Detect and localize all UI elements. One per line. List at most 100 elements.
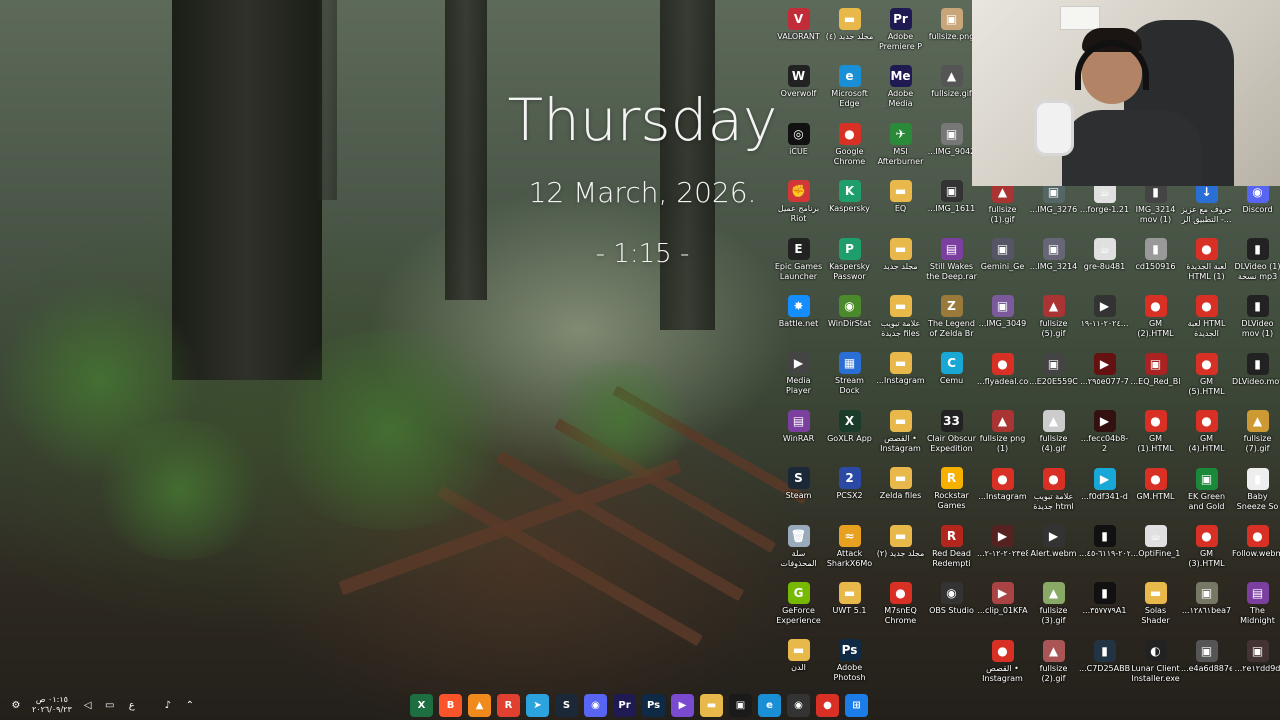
desktop-icon[interactable]: ▲ fullsize.gif: [926, 59, 977, 115]
network-icon[interactable]: ▭: [104, 699, 116, 711]
desktop-icon[interactable]: ● علامة تبويب جديدة html: [1028, 462, 1079, 518]
desktop-icon[interactable]: ● GM (5).HTML: [1181, 347, 1232, 403]
desktop-icon[interactable]: ▶ ٢٠٢٤-١١-١٩...: [1079, 289, 1130, 345]
desktop-icon[interactable]: ▮ ...٣٥٧٧٧٩A1: [1079, 576, 1130, 632]
desktop-icon[interactable]: ● لعبة HTML الجديدة: [1181, 289, 1232, 345]
desktop-icon[interactable]: ▶ ...٢٠٢٣-١٢-٢e8f5: [977, 519, 1028, 575]
taskbar-steam-icon[interactable]: S: [555, 693, 578, 717]
desktop-icon[interactable]: ▲ fullsize (4).gif: [1028, 404, 1079, 460]
taskbar-store-icon[interactable]: ▣: [729, 693, 752, 717]
desktop-icon[interactable]: ▣EK Green and Gold Sparkl: [1181, 462, 1232, 518]
desktop-icon[interactable]: 33Clair Obscur Expedition 33: [926, 404, 977, 460]
desktop-icon[interactable]: ▣ ...٢e١٢dd9d: [1232, 634, 1280, 690]
desktop-icon[interactable]: G GeForce Experience: [773, 576, 824, 632]
desktop-icon[interactable]: ▶ Alert.webm: [1028, 519, 1079, 575]
taskbar-excel-icon[interactable]: X: [410, 693, 433, 717]
desktop-icon[interactable]: ▲ fullsize png (1): [977, 404, 1028, 460]
desktop-icon[interactable]: ● GM (1).HTML: [1130, 404, 1181, 460]
desktop-icon[interactable]: Pr Adobe Premiere P: [875, 2, 926, 58]
desktop-icon[interactable]: V VALORANT: [773, 2, 824, 58]
desktop-icon[interactable]: ▮ Baby Sneeze So: [1232, 462, 1280, 518]
desktop-icon[interactable]: ▮ ...٢٠٢٤-٦١١٩-٤٥: [1079, 519, 1130, 575]
speaker-icon[interactable]: ◁: [82, 699, 94, 711]
desktop-icon[interactable]: ▮ ...C7D25ABB: [1079, 634, 1130, 690]
desktop-icon[interactable]: ✊ برنامج عميل Riot: [773, 174, 824, 230]
desktop-icon[interactable]: ▬ مجلد جديد: [875, 232, 926, 288]
chevron-up-icon[interactable]: ⌃: [184, 699, 196, 711]
desktop-icon[interactable]: ▶ ...clip_01KFA: [977, 576, 1028, 632]
desktop-icon[interactable]: ● القصص • Instagram: [977, 634, 1028, 690]
taskbar-stream-deck-icon[interactable]: ▶: [671, 693, 694, 717]
desktop-icon[interactable]: C Cemu: [926, 346, 977, 402]
desktop-icon[interactable]: R Red Dead Redempti: [926, 519, 977, 575]
desktop-icon[interactable]: ▬ Zelda files: [875, 461, 926, 517]
taskbar-roblox-icon[interactable]: R: [497, 693, 520, 717]
desktop-icon[interactable]: MeAdobe Media Encoder 2022: [875, 59, 926, 115]
desktop-icon[interactable]: ▣ ...IMG_9042: [926, 117, 977, 173]
desktop-icon[interactable]: ▣ ...e4a6d887e: [1181, 634, 1232, 690]
desktop-icon[interactable]: ▦ Stream Dock: [824, 346, 875, 402]
notification-icon[interactable]: ⚙: [10, 699, 22, 711]
desktop-icon[interactable]: P Kaspersky Passwor: [824, 232, 875, 288]
desktop-icon[interactable]: ▮ DLVideo mov (1): [1232, 289, 1280, 345]
language-indicator[interactable]: ع: [126, 699, 138, 711]
desktop-icon[interactable]: E Epic Games Launcher: [773, 232, 824, 288]
desktop-icon[interactable]: ◉ OBS Studio: [926, 576, 977, 632]
taskbar-premiere-icon[interactable]: Pr: [613, 693, 636, 717]
desktop-icon[interactable]: ● ...Instagram: [977, 462, 1028, 518]
taskbar-vlc-icon[interactable]: ▲: [468, 693, 491, 717]
desktop-icon[interactable]: ◉ WinDirStat: [824, 289, 875, 345]
desktop-icon[interactable]: 🗑 سلة المحذوفات: [773, 519, 824, 575]
taskbar-photoshop-icon[interactable]: Ps: [642, 693, 665, 717]
desktop-icon[interactable]: ● M7snEQ Chrome: [875, 576, 926, 632]
taskbar-discord-icon[interactable]: ◉: [584, 693, 607, 717]
desktop-icon[interactable]: ▣ ...IMG_1611: [926, 174, 977, 230]
desktop-icon[interactable]: 2 PCSX2: [824, 461, 875, 517]
desktop-icon[interactable]: ▬ القصص • Instagram: [875, 404, 926, 460]
microphone-icon[interactable]: ♪: [162, 699, 174, 711]
desktop-icon[interactable]: ▶Media Player Classic: [773, 346, 824, 402]
desktop-icon[interactable]: ≈ Attack SharkX6Mo: [824, 519, 875, 575]
taskbar-edge-icon[interactable]: e: [758, 693, 781, 717]
desktop-icon[interactable]: ▲ fullsize (7).gif: [1232, 404, 1280, 460]
desktop-icon[interactable]: ▣ ...IMG_3049: [977, 289, 1028, 345]
desktop-icon[interactable]: S Steam: [773, 461, 824, 517]
desktop-icon[interactable]: W Overwolf: [773, 59, 824, 115]
desktop-icon[interactable]: ▤ WinRAR: [773, 404, 824, 460]
desktop-icon[interactable]: ▤The Midnight Walk.rar: [1232, 576, 1280, 632]
taskbar-telegram-icon[interactable]: ➤: [526, 693, 549, 717]
desktop-icon[interactable]: ● ...flyadeal.co: [977, 347, 1028, 403]
desktop-icon[interactable]: ▮ cd150916: [1130, 232, 1181, 288]
taskbar-obs-icon[interactable]: ◉: [787, 693, 810, 717]
desktop-icon[interactable]: ▬ EQ: [875, 174, 926, 230]
desktop-icon[interactable]: e Microsoft Edge: [824, 59, 875, 115]
desktop-icon[interactable]: ● GM (2).HTML: [1130, 289, 1181, 345]
taskbar-chrome-icon[interactable]: ●: [816, 693, 839, 717]
desktop-icon[interactable]: ▬ علامة تبويب جديدة files: [875, 289, 926, 345]
desktop-icon[interactable]: ▲ fullsize (3).gif: [1028, 576, 1079, 632]
desktop-icon[interactable]: ▣ ...EQ_Red_Bl: [1130, 347, 1181, 403]
desktop-icon[interactable]: ● Google Chrome: [824, 117, 875, 173]
taskbar-start-icon[interactable]: ⊞: [845, 693, 868, 717]
desktop-icon[interactable]: ▣ fullsize.png: [926, 2, 977, 58]
desktop-icon[interactable]: ● GM (4).HTML: [1181, 404, 1232, 460]
desktop-icon[interactable]: ▬ ...Instagram: [875, 346, 926, 402]
desktop-icon[interactable]: ● GM (3).HTML: [1181, 519, 1232, 575]
desktop-icon[interactable]: Ps Adobe Photosh: [824, 633, 875, 689]
desktop-icon[interactable]: ▣ Gemini_Ge: [977, 232, 1028, 288]
desktop-icon[interactable]: R Rockstar Games: [926, 461, 977, 517]
desktop-icon[interactable]: ☕ ...OptiFine_1: [1130, 519, 1181, 575]
desktop-icon[interactable]: K Kaspersky: [824, 174, 875, 230]
desktop-icon[interactable]: ✸ Battle.net: [773, 289, 824, 345]
desktop-icon[interactable]: ▲ fullsize (2).gif: [1028, 634, 1079, 690]
desktop-icon[interactable]: ● لعبة الجديدة HTML (1): [1181, 232, 1232, 288]
taskbar-file-explorer-icon[interactable]: ▬: [700, 693, 723, 717]
desktop-icon[interactable]: ▬ الدن: [773, 633, 824, 689]
desktop-icon[interactable]: ▶ ...fecc04b8-2: [1079, 404, 1130, 460]
desktop-icon[interactable]: ☕ gre-8u481: [1079, 232, 1130, 288]
desktop-icon[interactable]: ▣ ...IMG_3214: [1028, 232, 1079, 288]
desktop-icon[interactable]: ● Follow.webm: [1232, 519, 1280, 575]
desktop-icon[interactable]: ▬ مجلد جديد (٤): [824, 2, 875, 58]
desktop-icon[interactable]: ◎ iCUE: [773, 117, 824, 173]
desktop-icon[interactable]: ▬ UWT 5.1: [824, 576, 875, 632]
